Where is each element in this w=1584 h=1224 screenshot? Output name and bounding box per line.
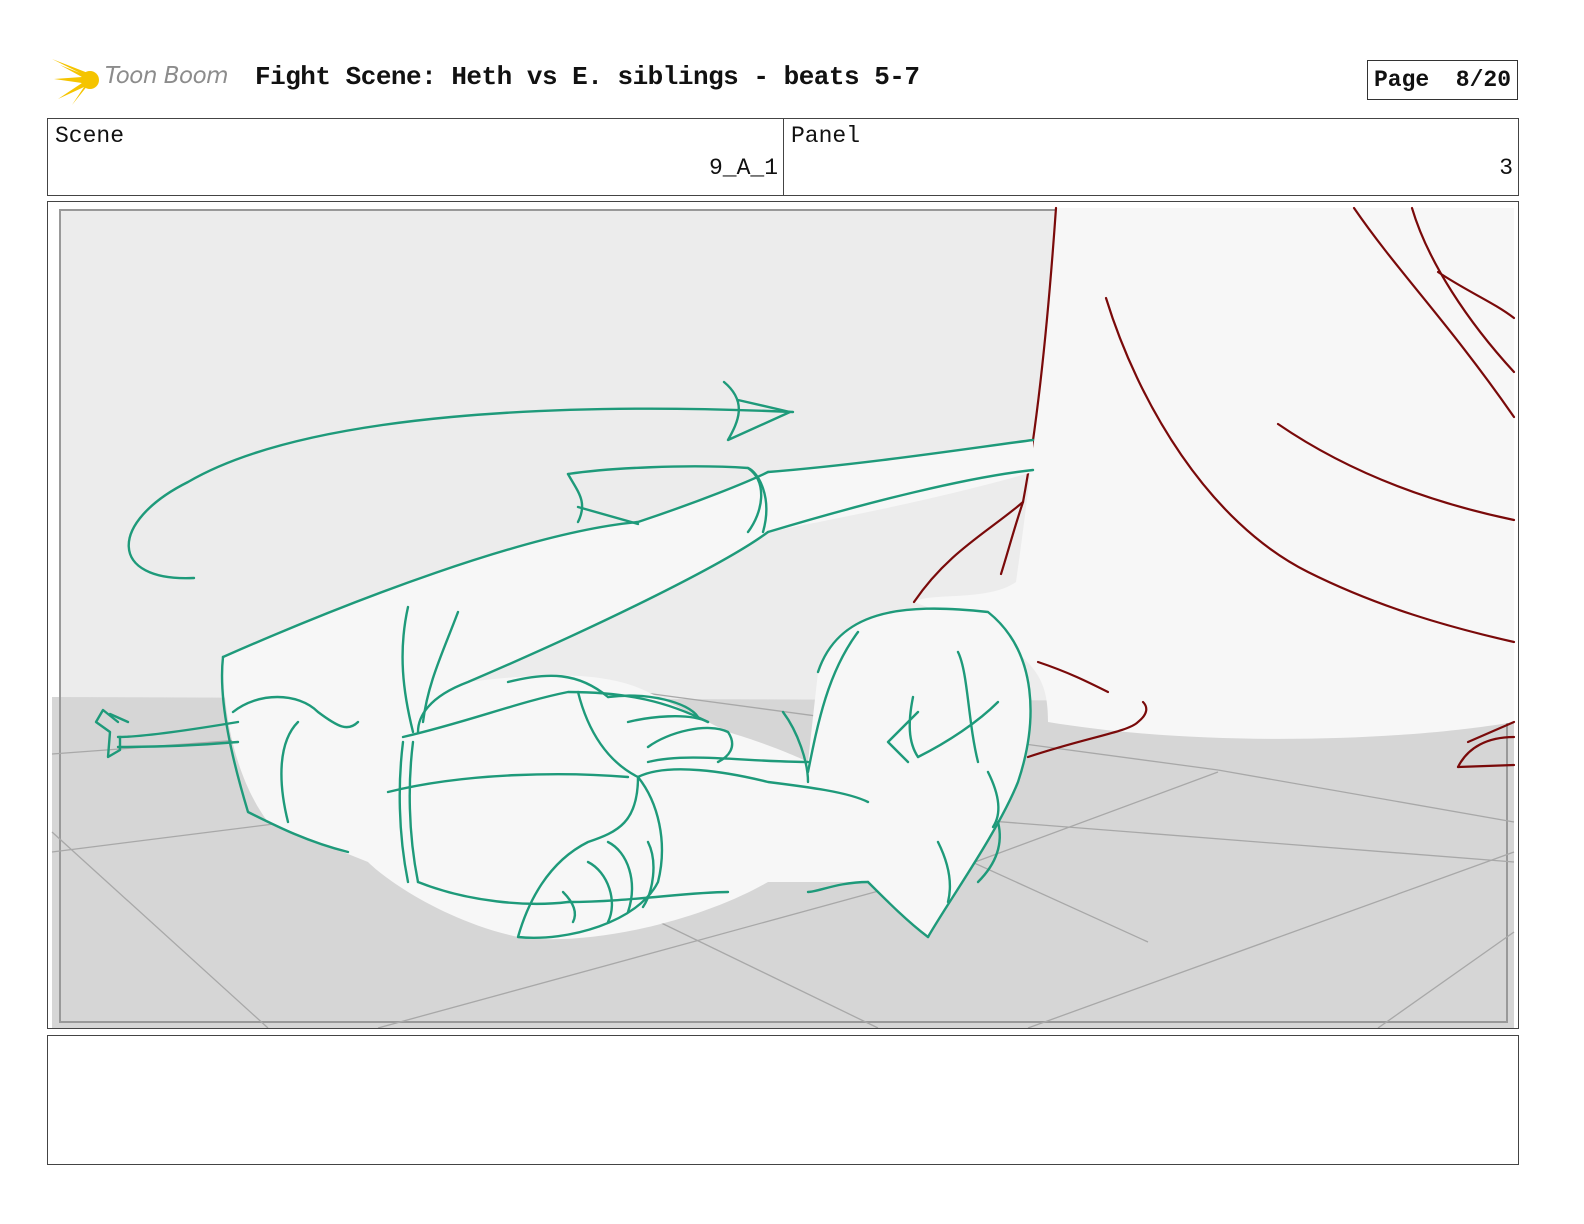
scene-label: Scene [55,123,125,149]
scene-panel-info: Scene 9_A_1 Panel 3 [47,118,1519,196]
page-label: Page [1374,67,1430,93]
scene-value: 9_A_1 [708,155,778,181]
panel-cell: Panel 3 [784,119,1518,195]
notes-area [47,1035,1519,1165]
panel-label: Panel [791,123,861,149]
page-number: 8/20 [1455,67,1511,93]
page-title: Fight Scene: Heth vs E. siblings - beats… [255,62,920,92]
logo-text: Toon Boom [105,63,229,89]
page-indicator: Page 8/20 [1367,60,1518,100]
storyboard-frame [47,201,1519,1029]
panel-value: 3 [1499,155,1513,181]
storyboard-drawing [51,206,1516,1028]
toon-boom-logo: Toon Boom [50,55,240,107]
starburst-icon [52,59,99,105]
scene-cell: Scene 9_A_1 [48,119,784,195]
